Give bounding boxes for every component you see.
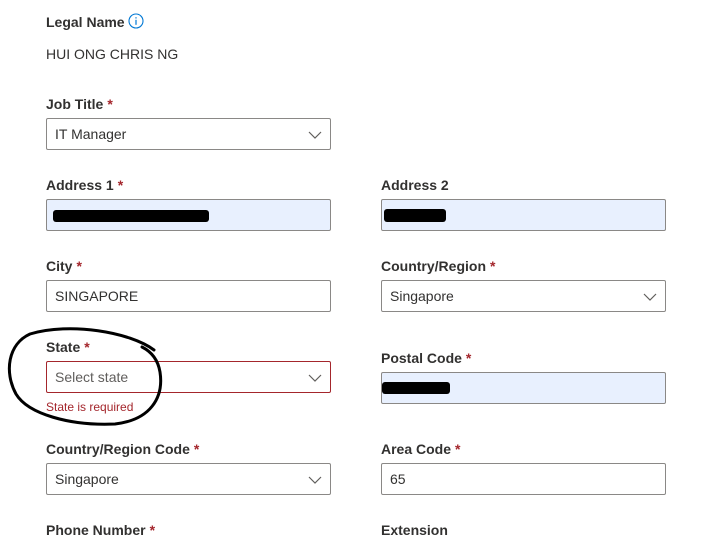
required-marker: * [76, 258, 82, 274]
postal-code-label: Postal Code * [381, 350, 472, 366]
required-marker: * [84, 339, 90, 355]
address1-input[interactable] [46, 199, 331, 231]
address2-input[interactable] [381, 199, 666, 231]
chevron-down-icon [308, 476, 322, 484]
required-marker: * [455, 441, 461, 457]
city-value: SINGAPORE [55, 288, 139, 304]
postal-code-input[interactable] [381, 372, 666, 404]
job-title-value: IT Manager [55, 126, 127, 142]
country-region-label: Country/Region * [381, 258, 496, 274]
chevron-down-icon [308, 131, 322, 139]
area-code-input[interactable]: 65 [381, 463, 666, 495]
address1-label: Address 1 * [46, 177, 124, 193]
country-region-value: Singapore [390, 288, 454, 304]
city-label: City * [46, 258, 82, 274]
area-code-label: Area Code * [381, 441, 461, 457]
info-icon[interactable] [128, 13, 144, 29]
required-marker: * [193, 441, 200, 457]
required-marker: * [490, 258, 496, 274]
job-title-dropdown[interactable]: IT Manager [46, 118, 331, 150]
country-region-dropdown[interactable]: Singapore [381, 280, 666, 312]
area-code-value: 65 [390, 471, 406, 487]
phone-number-label: Phone Number * [46, 522, 156, 538]
legal-name-label: Legal Name [46, 14, 125, 30]
chevron-down-icon [308, 374, 322, 382]
redaction-mark [53, 210, 209, 222]
job-title-label: Job Title * [46, 96, 113, 112]
city-input[interactable]: SINGAPORE [46, 280, 331, 312]
chevron-down-icon [643, 293, 657, 301]
state-label: State * [46, 339, 90, 355]
country-region-code-value: Singapore [55, 471, 119, 487]
state-dropdown[interactable]: Select state [46, 361, 331, 393]
annotation-circle [7, 327, 163, 426]
country-region-code-label: Country/Region Code * [46, 441, 200, 457]
state-placeholder: Select state [55, 369, 129, 385]
legal-name-value: HUI ONG CHRIS NG [46, 46, 179, 62]
country-region-code-dropdown[interactable]: Singapore [46, 463, 331, 495]
state-error-message: State is required [46, 400, 134, 414]
required-marker: * [107, 96, 113, 112]
redaction-mark [382, 382, 450, 394]
required-marker: * [465, 350, 472, 366]
required-marker: * [149, 522, 156, 538]
extension-label: Extension [381, 522, 448, 538]
required-marker: * [117, 177, 124, 193]
address2-label: Address 2 [381, 177, 449, 193]
redaction-mark [384, 209, 446, 222]
